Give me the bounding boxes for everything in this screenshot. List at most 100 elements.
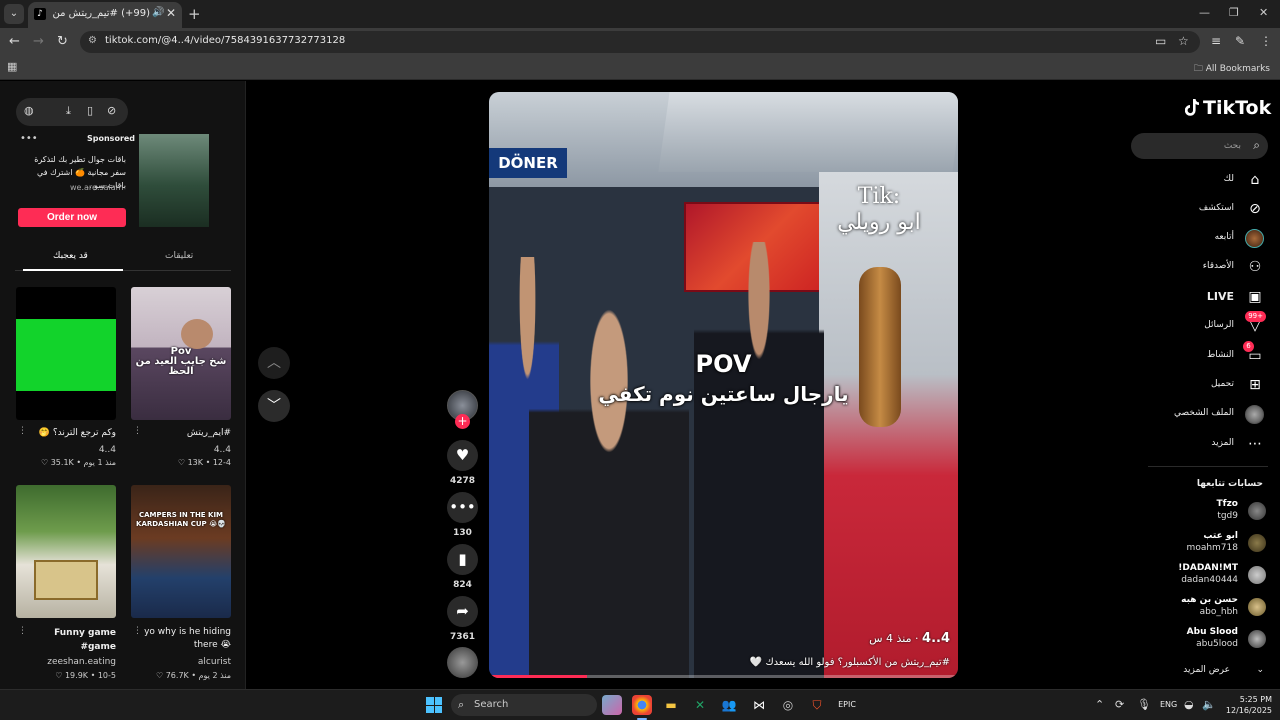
card-title[interactable]: #ايم_ريتش (135, 428, 231, 438)
download-icon[interactable]: ⤓ (66, 104, 71, 118)
tab-close-icon[interactable]: ✕ (166, 6, 176, 20)
back-icon[interactable]: ← (9, 34, 20, 49)
ad-more-icon[interactable]: ••• (20, 133, 38, 144)
see-more-button[interactable]: عرض المزيد ⌄ (1144, 665, 1264, 681)
nav-item-messages[interactable]: الرسائل ▽ 99+ (1144, 311, 1266, 337)
volume-icon[interactable]: 🔈 (1202, 698, 1216, 711)
restore-icon[interactable]: ❐ (1229, 6, 1239, 19)
nav-item-live[interactable]: LIVE ▣ (1144, 288, 1264, 308)
search-box[interactable]: ⌕ (1131, 133, 1268, 159)
following-account[interactable]: !DADAN!MT dadan40444 (1136, 563, 1266, 589)
tray-sync-icon[interactable]: ⟳ (1115, 698, 1124, 711)
card-title[interactable]: وكم ترجع الترند؟ 🤭 (20, 428, 116, 438)
epic-games-icon[interactable]: EPIC (837, 695, 857, 715)
tab-audio-icon[interactable]: 🔊 (152, 7, 164, 18)
copilot-icon[interactable] (602, 695, 622, 715)
brave-icon[interactable]: ⛉ (807, 695, 827, 715)
nav-item-more[interactable]: المزيد ⋯ (1144, 435, 1264, 455)
video-card-thumbnail[interactable] (16, 287, 116, 420)
taskbar-search[interactable]: ⌕ Search (451, 694, 597, 716)
phone-icon[interactable]: ▯ (87, 104, 93, 117)
nav-item-explore[interactable]: استكشف ⊘ (1144, 200, 1264, 220)
video-author-name[interactable]: 4..4 (922, 631, 950, 646)
next-video-button[interactable]: ﹀ (258, 390, 290, 422)
card-author[interactable]: 4..4 (20, 445, 116, 455)
nav-item-activity[interactable]: النشاط ▭ 6 (1144, 341, 1264, 367)
minimize-icon[interactable]: — (1199, 6, 1210, 19)
extension-icon[interactable]: ✎ (1235, 34, 1245, 48)
card-title[interactable]: yo why is he hiding there 😭 (135, 626, 231, 652)
taskbar-clock[interactable]: 5:25 PM 12/16/2025 (1222, 694, 1272, 716)
browser-tabbar: ⌄ ♪ (99+) #تيم_ريتش من الأكسبلور 🔊 ✕ + —… (0, 0, 1280, 28)
card-author[interactable]: alcurist (135, 657, 231, 667)
following-account[interactable]: Abu Slood abu5lood (1136, 627, 1266, 653)
browser-tab-active[interactable]: ♪ (99+) #تيم_ريتش من الأكسبلور 🔊 ✕ (28, 2, 182, 28)
save-button[interactable]: ▮ (447, 544, 478, 575)
nav-item-upload[interactable]: تحميل ⊞ (1144, 376, 1264, 396)
like-button[interactable]: ♥ (447, 440, 478, 471)
nav-item-following[interactable]: أتابعه (1144, 229, 1264, 249)
apps-grid-icon[interactable]: ▦ (7, 60, 17, 73)
share-button[interactable]: ➦ (447, 596, 478, 627)
capcut-icon[interactable]: ⋈ (749, 695, 769, 715)
excel-icon[interactable]: ✕ (690, 695, 710, 715)
following-account[interactable]: حسن بن هبه abo_hbh (1136, 595, 1266, 621)
language-indicator[interactable]: ENG (1160, 700, 1177, 709)
music-disc-icon[interactable] (447, 647, 478, 678)
tab-comments[interactable]: تعليقات (165, 251, 193, 261)
cast-icon[interactable]: ▭ (1155, 34, 1166, 48)
card-title[interactable]: Funny game #game (20, 626, 116, 654)
windows-start-icon[interactable] (426, 697, 442, 713)
new-tab-button[interactable]: + (188, 5, 201, 23)
following-account[interactable]: ابو عتب moahm718 (1136, 531, 1266, 557)
following-account[interactable]: Tfzo tgd9 (1136, 499, 1266, 525)
forward-icon[interactable]: → (33, 34, 44, 49)
media-control-icon[interactable]: ≡ (1211, 34, 1221, 48)
site-info-icon[interactable]: ⚙ (88, 35, 97, 46)
browser-menu-icon[interactable]: ⋮ (1260, 34, 1272, 48)
video-card-thumbnail[interactable]: CAMPERS IN THE KIM KARDASHIAN CUP 😭💀 (131, 485, 231, 618)
ad-domain[interactable]: we.are.salam (70, 183, 123, 192)
reload-icon[interactable]: ↻ (57, 34, 68, 49)
taskbar-search-label: Search (474, 699, 509, 710)
search-icon[interactable]: ⌕ (1253, 138, 1260, 153)
card-author[interactable]: 4..4 (135, 445, 231, 455)
microphone-icon[interactable]: 🎙 (1137, 698, 1151, 711)
card-author[interactable]: zeeshan.eating (20, 657, 116, 667)
video-progress-bar[interactable] (489, 675, 958, 678)
address-bar[interactable]: ⚙ tiktok.com/@4..4/video/758439163773277… (80, 31, 1200, 53)
nav-item-profile[interactable]: الملف الشخصي (1144, 405, 1264, 425)
window-close-icon[interactable]: ✕ (1259, 6, 1268, 19)
nav-item-for-you[interactable]: لك ⌂ (1144, 171, 1264, 191)
file-explorer-icon[interactable]: ▬ (661, 695, 681, 715)
search-input[interactable] (1141, 138, 1241, 154)
nav-item-friends[interactable]: الأصدقاء ⚇ (1144, 258, 1264, 278)
tray-chevron-up-icon[interactable]: ⌃ (1095, 698, 1104, 711)
tab-search-menu-button[interactable]: ⌄ (4, 4, 24, 24)
active-tab-indicator (23, 269, 123, 271)
globe-avatar-icon[interactable]: ◍ (24, 104, 34, 117)
bookmark-star-icon[interactable]: ☆ (1178, 34, 1189, 48)
video-author[interactable]: 4..4 · منذ 4 س (869, 631, 950, 646)
all-bookmarks-button[interactable]: 🗀 All Bookmarks (1194, 61, 1270, 77)
tab-you-may-like[interactable]: قد يعجبك (53, 251, 88, 261)
tiktok-logo[interactable]: TikTok (1185, 97, 1271, 119)
compass-small-icon[interactable]: ⊘ (107, 104, 116, 117)
order-now-button[interactable]: Order now (18, 208, 126, 227)
network-icon[interactable]: ◒ (1184, 698, 1194, 711)
ad-thumbnail[interactable] (139, 134, 209, 227)
teams-icon[interactable]: 👥 (719, 695, 739, 715)
video-player[interactable]: DÖNER Tik: ابو رويلي POV يارجال ساعتين نو… (489, 92, 958, 678)
comment-button[interactable]: ••• (447, 492, 478, 523)
profile-avatar (1245, 405, 1264, 424)
app-icon[interactable]: ◎ (778, 695, 798, 715)
tik-label: Tik: (857, 184, 901, 209)
previous-video-button[interactable]: ︿ (258, 347, 290, 379)
scene-hood (658, 92, 958, 172)
video-card-thumbnail[interactable]: Pov شخ جايب العيد من الحظ (131, 287, 231, 420)
follow-plus-button[interactable]: + (455, 414, 470, 429)
video-card-thumbnail[interactable] (16, 485, 116, 618)
chevron-up-icon: ︿ (267, 355, 281, 371)
chrome-icon[interactable] (632, 695, 652, 715)
url-text[interactable]: tiktok.com/@4..4/video/75843916377327731… (105, 35, 345, 46)
